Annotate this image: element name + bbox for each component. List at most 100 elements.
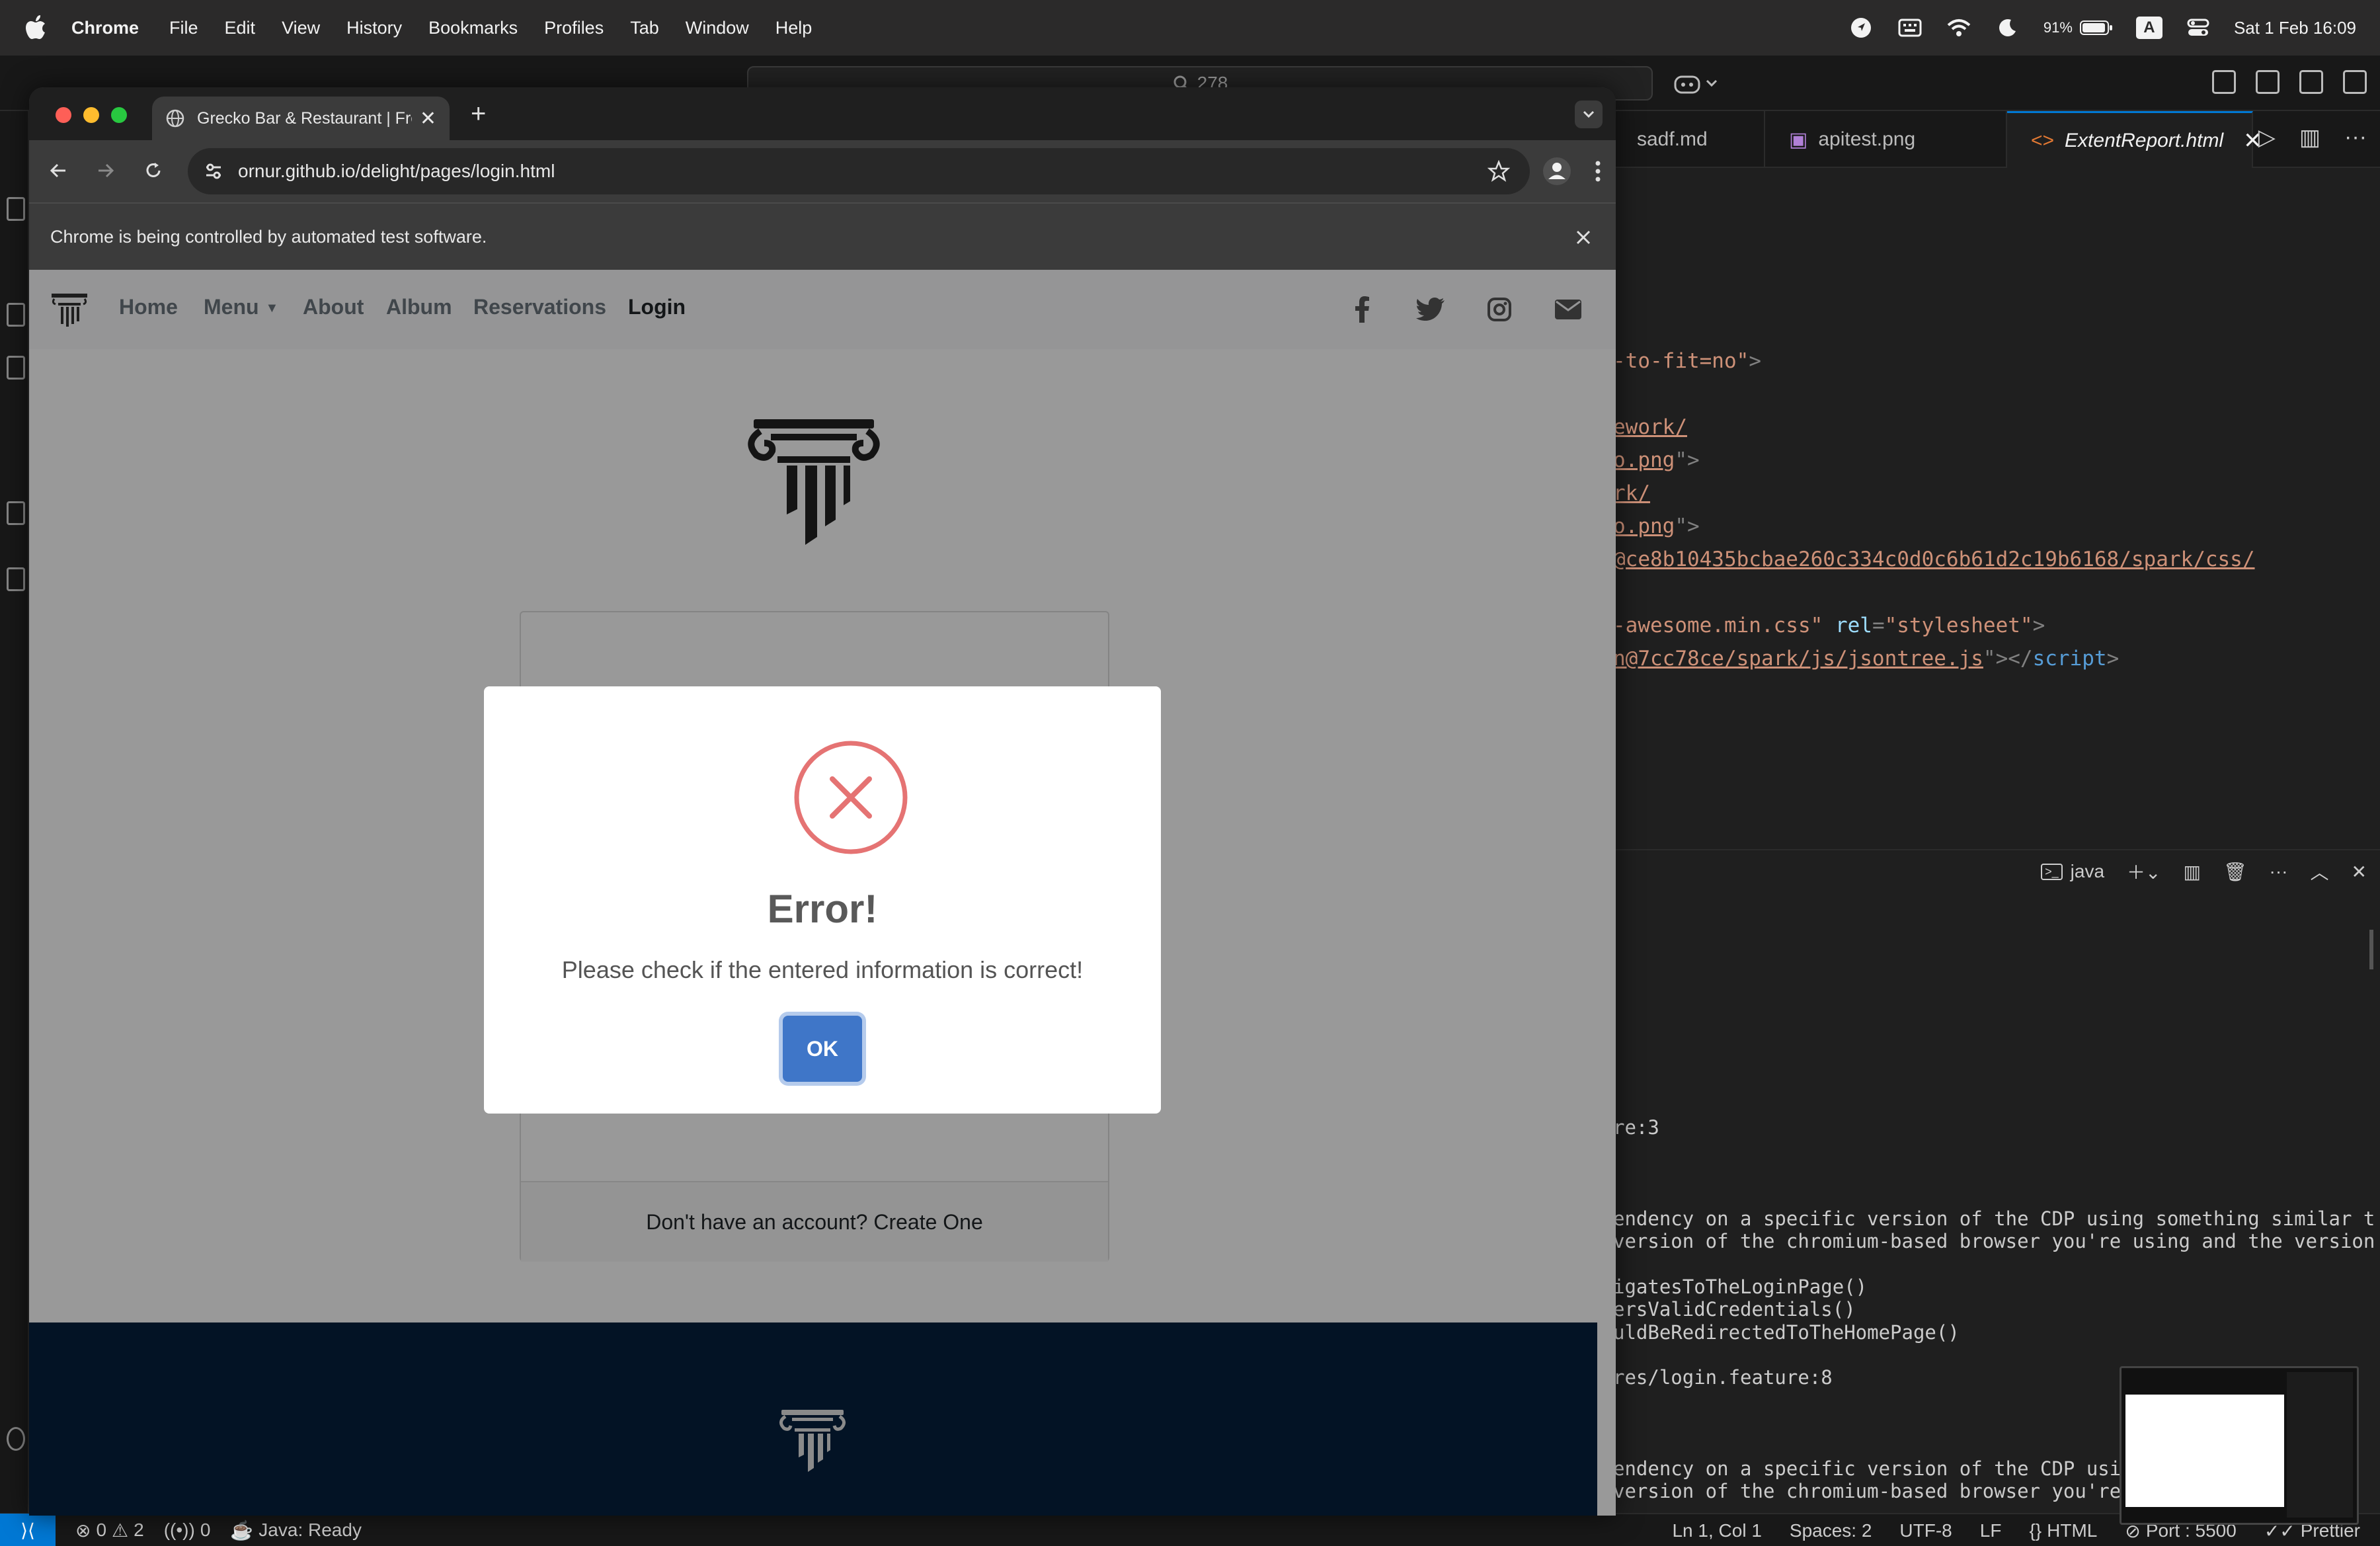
menu-view[interactable]: View (282, 18, 320, 38)
chevron-down-icon (1583, 110, 1595, 118)
new-tab-icon[interactable]: + (471, 99, 486, 129)
site-settings-icon[interactable] (204, 161, 223, 181)
menubar-clock[interactable]: Sat 1 Feb 16:09 (2234, 18, 2356, 38)
forward-arrow-icon[interactable] (90, 155, 122, 186)
tab-title: Grecko Bar & Restaurant | Free (197, 108, 412, 128)
battery-percent: 91% (2043, 19, 2073, 36)
tab-extentreport-html[interactable]: <> ExtentReport.html ✕ (2007, 111, 2262, 168)
toggle-secondary-sidebar-icon[interactable] (2343, 70, 2367, 94)
minimize-window-button[interactable] (83, 107, 99, 123)
keyboard-icon[interactable] (1897, 15, 1923, 41)
terminal-line: endency on a specific version of the CDP… (1613, 1207, 2375, 1230)
source-control-icon[interactable] (7, 303, 25, 327)
toggle-primary-sidebar-icon[interactable] (2256, 70, 2280, 94)
remote-indicator-icon[interactable]: ⟩⟨ (0, 1514, 56, 1546)
toggle-panel-icon[interactable] (2299, 70, 2323, 94)
address-bar[interactable]: ornur.github.io/delight/pages/login.html (188, 148, 1530, 194)
terminal-line: res/login.feature:8 (1613, 1366, 1833, 1389)
code-token: n@7cc78ce/spark/js/jsontree.js (1613, 647, 1983, 671)
kebab-menu-icon[interactable] (1583, 156, 1613, 186)
ports-indicator[interactable]: ((•)) 0 (164, 1520, 211, 1541)
control-center-icon[interactable] (2185, 15, 2211, 41)
image-icon: ▣ (1789, 128, 1808, 151)
code-token: "> (1675, 514, 1700, 538)
broadcast-icon: ((•)) (163, 1520, 195, 1540)
chrome-toolbar: ornur.github.io/delight/pages/login.html (29, 140, 1616, 202)
input-source-indicator[interactable]: A (2135, 17, 2162, 39)
customize-layout-icon[interactable] (2212, 70, 2236, 94)
run-icon[interactable]: ▷ (2258, 124, 2276, 151)
profile-avatar-icon[interactable] (1542, 156, 1572, 186)
tab-search-button[interactable] (1575, 101, 1603, 128)
menu-app-name[interactable]: Chrome (71, 18, 139, 38)
trash-icon[interactable]: 🗑 (2223, 861, 2247, 883)
split-terminal-icon[interactable]: ▥ (2184, 861, 2201, 883)
remote-explorer-icon[interactable] (7, 567, 25, 591)
navigation-arrow-icon[interactable] (1848, 15, 1874, 41)
moon-icon[interactable] (1995, 15, 2021, 41)
tab-label: sadf.md (1637, 128, 1708, 150)
code-line: n@7cc78ce/spark/js/jsontree.js"></script… (1613, 647, 2119, 671)
code-editor[interactable]: -to-fit=no"> ework/o.png"> rk/o.png"> @ce8b… (1613, 168, 2380, 849)
end-of-line[interactable]: LF (1980, 1520, 2002, 1541)
terminal-line: version of the chromium-based browser yo… (1613, 1480, 2122, 1503)
maximize-panel-icon[interactable]: ︿ (2311, 858, 2329, 885)
chrome-tabstrip: Grecko Bar & Restaurant | Free ✕ + (29, 87, 1616, 140)
dialog-title: Error! (767, 887, 878, 931)
code-token: > (1749, 349, 1761, 373)
close-icon[interactable] (1572, 226, 1595, 249)
account-icon[interactable] (7, 1427, 25, 1451)
menu-tab[interactable]: Tab (630, 18, 659, 38)
menu-file[interactable]: File (169, 18, 198, 38)
status-bar: ⟩⟨ ⊗ 0 ⚠ 2 ((•)) 0 ☕ Java: Ready Ln 1, Col 1… (0, 1513, 2380, 1546)
close-panel-icon[interactable]: ✕ (2352, 861, 2367, 883)
menu-bookmarks[interactable]: Bookmarks (428, 18, 518, 38)
explorer-icon[interactable] (7, 197, 25, 221)
language-mode[interactable]: {} HTML (2029, 1520, 2097, 1541)
terminal-scrollbar[interactable] (2369, 930, 2373, 969)
code-line: o.png"> (1613, 448, 1700, 472)
run-debug-icon[interactable] (7, 356, 25, 380)
code-token: "stylesheet" (1884, 614, 2033, 637)
screenshot-thumbnail[interactable] (2120, 1366, 2359, 1525)
chrome-window: Grecko Bar & Restaurant | Free ✕ + ornur… (29, 87, 1616, 1516)
tab-sadf-md[interactable]: sadf.md (1613, 111, 1765, 168)
apple-icon[interactable] (25, 15, 48, 41)
infobar-message: Chrome is being controlled by automated … (50, 226, 487, 247)
extensions-icon[interactable] (7, 501, 25, 525)
problems-indicator[interactable]: ⊗ 0 ⚠ 2 (75, 1520, 144, 1541)
encoding[interactable]: UTF-8 (1899, 1520, 1952, 1541)
menu-history[interactable]: History (346, 18, 402, 38)
more-actions-icon[interactable]: ··· (2270, 861, 2288, 882)
menu-profiles[interactable]: Profiles (544, 18, 604, 38)
cursor-position[interactable]: Ln 1, Col 1 (1672, 1520, 1761, 1541)
battery-status[interactable]: 91% (2043, 19, 2114, 36)
wifi-icon[interactable] (1946, 15, 1972, 41)
star-bookmark-icon[interactable] (1488, 160, 1510, 183)
tab-apitest-png[interactable]: ▣ apitest.png (1765, 111, 2007, 168)
new-terminal-icon[interactable]: ＋⌄ (2127, 858, 2161, 885)
battery-icon (2079, 20, 2112, 35)
split-editor-icon[interactable]: ▥ (2299, 124, 2320, 151)
code-token: -awesome.min.css" (1613, 614, 1823, 637)
java-status[interactable]: ☕ Java: Ready (230, 1520, 362, 1541)
back-arrow-icon[interactable] (42, 155, 74, 186)
more-actions-icon[interactable]: ··· (2344, 124, 2367, 151)
terminal-selector[interactable]: >_ java (2041, 861, 2104, 882)
terminal-icon: >_ (2041, 863, 2063, 880)
menu-help[interactable]: Help (775, 18, 813, 38)
menu-edit[interactable]: Edit (225, 18, 256, 38)
zoom-window-button[interactable] (111, 107, 127, 123)
code-token: @ce8b10435bcbae260c334c0d0c6b61d2c19b616… (1613, 548, 2255, 571)
ok-button[interactable]: OK (783, 1016, 862, 1082)
copilot-icon[interactable] (1673, 70, 1726, 97)
close-window-button[interactable] (56, 107, 71, 123)
code-token: o.png (1613, 448, 1675, 472)
reload-icon[interactable] (138, 155, 169, 186)
close-tab-icon[interactable]: ✕ (420, 107, 436, 130)
browser-tab[interactable]: Grecko Bar & Restaurant | Free ✕ (152, 97, 450, 140)
indentation[interactable]: Spaces: 2 (1790, 1520, 1872, 1541)
code-line: -awesome.min.css" rel="stylesheet"> (1613, 614, 2045, 637)
menu-window[interactable]: Window (686, 18, 749, 38)
error-icon: ⊗ (75, 1520, 91, 1541)
